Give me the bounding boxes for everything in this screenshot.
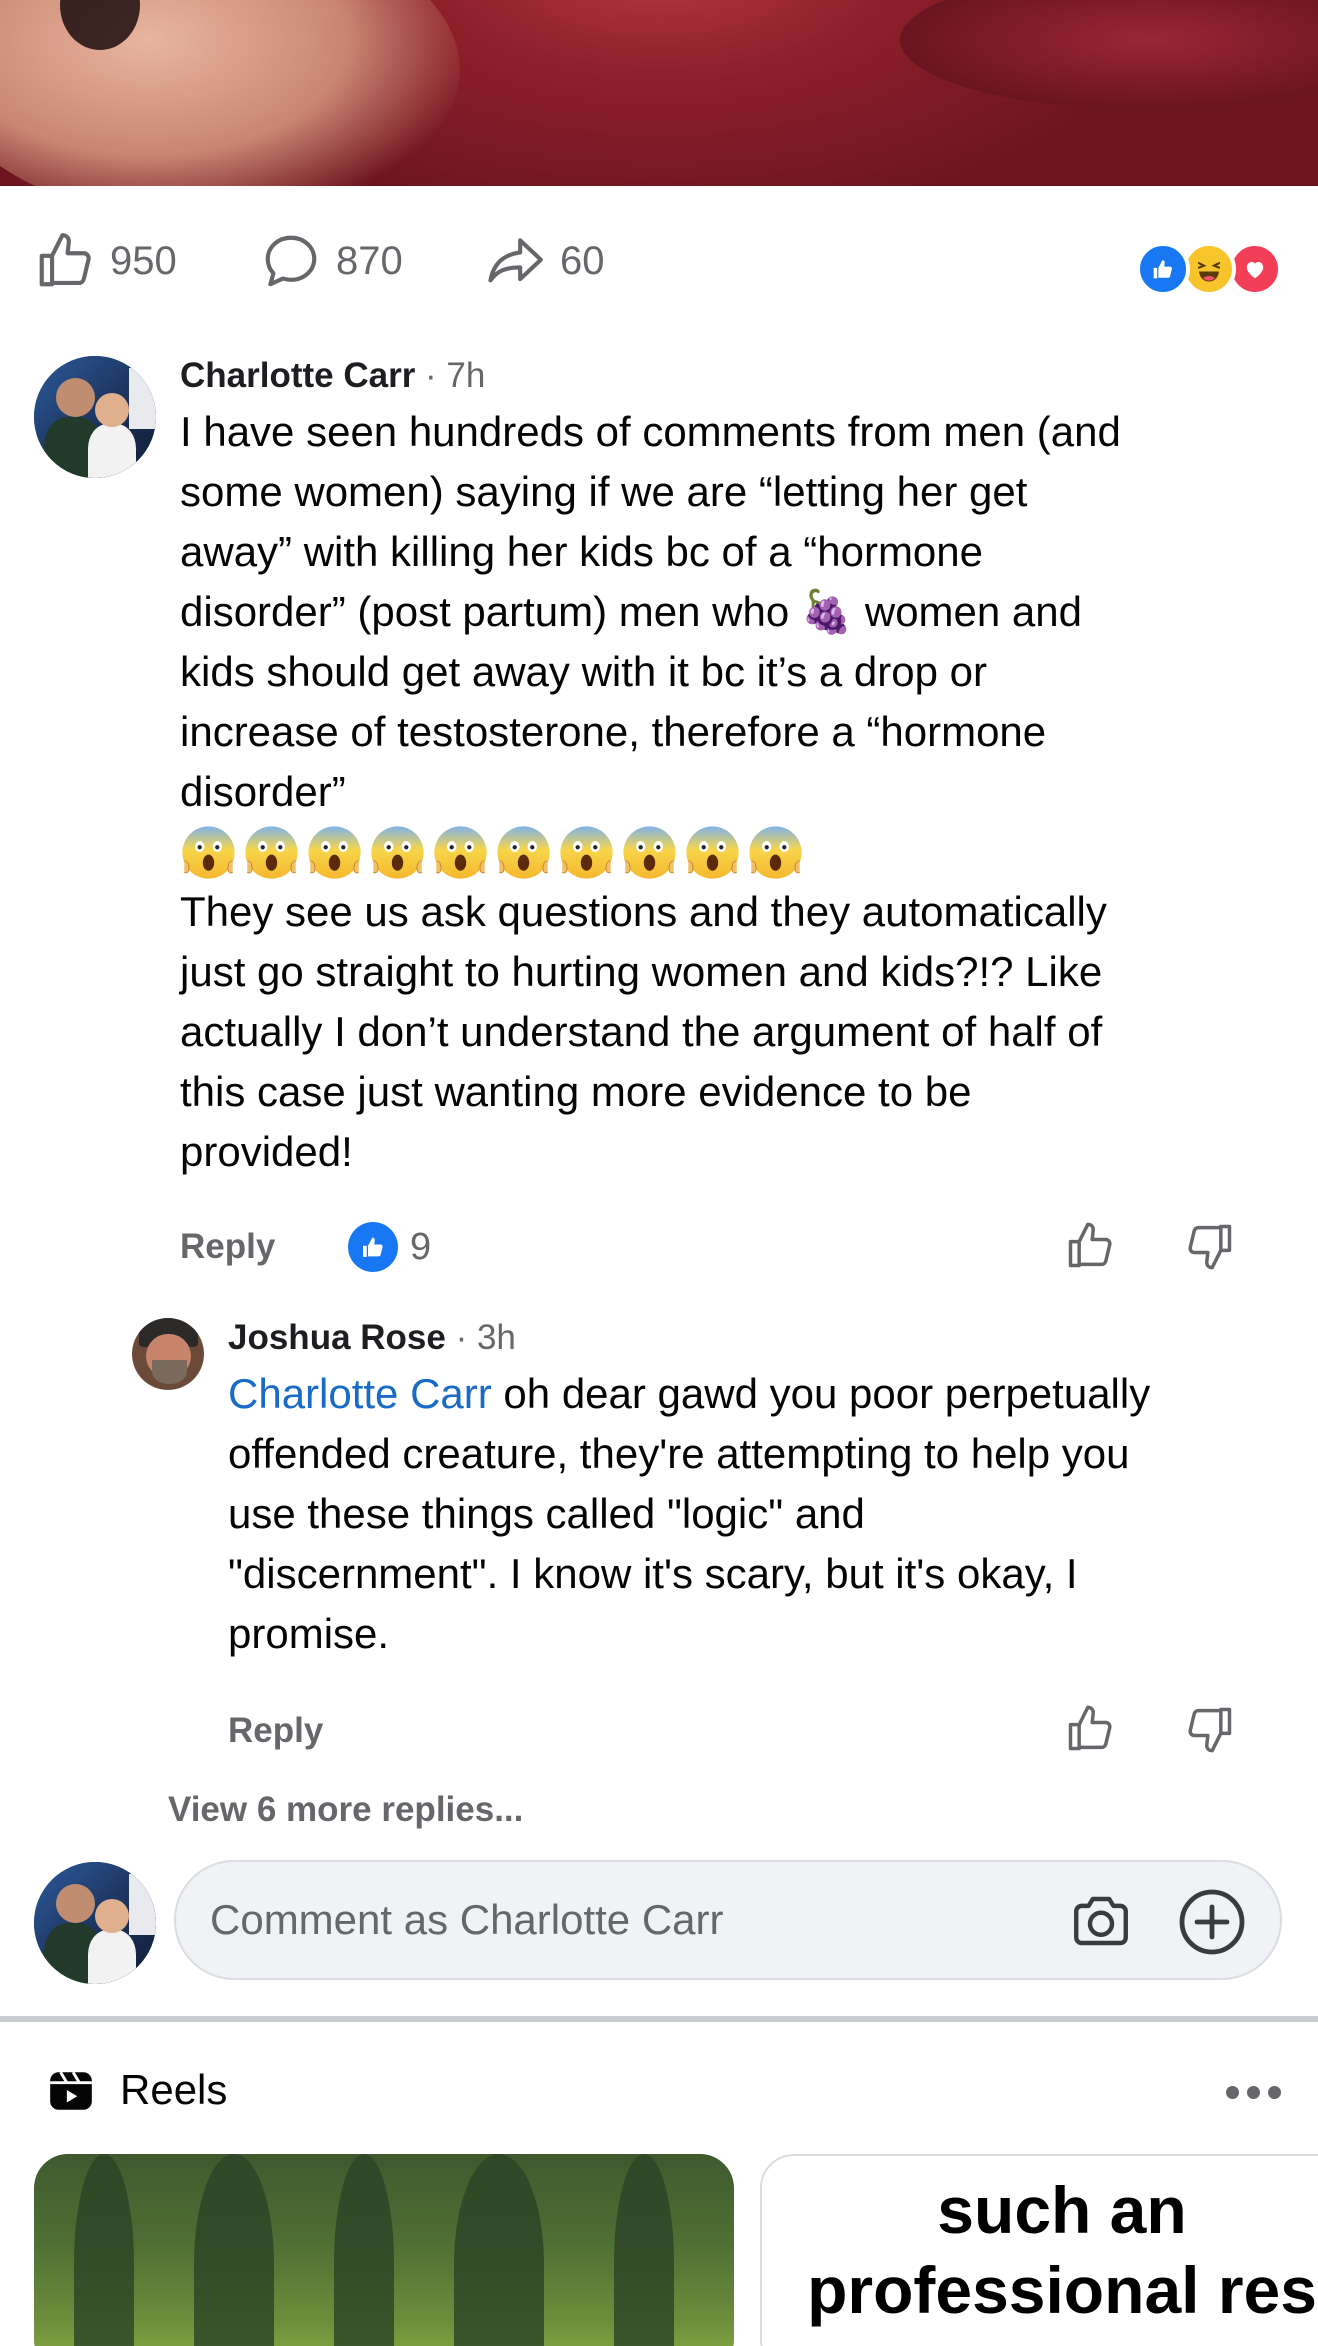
author-name[interactable]: Charlotte Carr: [180, 356, 415, 395]
screaming-face-emoji: [180, 824, 237, 881]
comment-time: · 7h: [415, 356, 486, 395]
upvote-icon[interactable]: [1064, 1703, 1116, 1755]
comment-line: kids should get away with it bc it’s a d…: [180, 648, 987, 695]
comment-line: disorder” (post partum) men who 🍇 women …: [180, 588, 1082, 635]
comment-text: Charlotte Carr oh dear gawd you poor per…: [228, 1364, 1298, 1664]
screaming-face-emoji: [495, 824, 552, 881]
avatar[interactable]: [132, 1318, 204, 1390]
screaming-face-emoji: [306, 824, 363, 881]
comment-author[interactable]: Charlotte Carr · 7h: [180, 356, 485, 396]
comment-line: some women) saying if we are “letting he…: [180, 468, 1028, 515]
reels-icon: [50, 2071, 92, 2110]
more-options-icon[interactable]: [1226, 2082, 1282, 2102]
screaming-face-emoji: [243, 824, 300, 881]
screaming-face-emoji: [432, 824, 489, 881]
comment-line: provided!: [180, 1128, 353, 1175]
image-region: [900, 0, 1318, 110]
mention-link[interactable]: Charlotte Carr: [228, 1370, 492, 1417]
like-icon: [1136, 242, 1190, 296]
comment-line: just go straight to hurting women and ki…: [180, 948, 1103, 995]
comment-button[interactable]: 870: [260, 226, 403, 296]
comment-input[interactable]: [210, 1896, 1010, 1944]
share-icon: [488, 238, 543, 283]
author-name[interactable]: Joshua Rose: [228, 1318, 446, 1357]
comment-line: "discernment". I know it's scary, but it…: [228, 1550, 1078, 1597]
avatar[interactable]: [34, 356, 156, 478]
screaming-face-emoji: [369, 824, 426, 881]
like-badge-icon: [348, 1222, 398, 1272]
like-count: 950: [110, 238, 177, 283]
comment-author[interactable]: Joshua Rose · 3h: [228, 1318, 516, 1358]
comment-line: Charlotte Carr oh dear gawd you poor per…: [228, 1364, 1298, 1424]
reel-caption-line: such an: [937, 2173, 1187, 2247]
reel-card[interactable]: such an professional res: [760, 2154, 1318, 2346]
post-stats-bar: 950 870 60: [0, 186, 1318, 326]
love-icon: [1228, 242, 1282, 296]
comment-line: They see us ask questions and they autom…: [180, 888, 1107, 935]
comment-count: 870: [336, 238, 403, 283]
screaming-face-emoji: [621, 824, 678, 881]
emoji-row: [180, 822, 1290, 882]
comment-line: offended creature, they're attempting to…: [228, 1430, 1130, 1477]
reels-title: Reels: [120, 2066, 228, 2113]
reply-button[interactable]: Reply: [228, 1711, 323, 1751]
reaction-summary[interactable]: [1136, 242, 1286, 296]
reply-button[interactable]: Reply: [180, 1227, 275, 1267]
share-count: 60: [560, 238, 605, 283]
comment-time: · 3h: [445, 1318, 516, 1357]
comment-icon: [265, 235, 317, 287]
comment-line: I have seen hundreds of comments from me…: [180, 408, 1121, 455]
haha-icon: [1182, 242, 1236, 296]
comment-line: promise.: [228, 1610, 390, 1657]
like-button[interactable]: 950: [34, 226, 177, 296]
upvote-icon[interactable]: [1064, 1220, 1116, 1272]
view-more-replies-link[interactable]: View 6 more replies...: [168, 1790, 523, 1830]
thumbs-up-icon: [39, 233, 91, 287]
screaming-face-emoji: [747, 824, 804, 881]
camera-icon[interactable]: [1066, 1888, 1136, 1954]
post-image[interactable]: [0, 0, 1318, 186]
avatar: [34, 1862, 156, 1984]
reel-card[interactable]: [34, 2154, 734, 2346]
comment-line-rest: oh dear gawd you poor perpetually: [491, 1370, 1151, 1417]
comment-like-count[interactable]: 9: [348, 1222, 431, 1272]
comment-text: I have seen hundreds of comments from me…: [180, 402, 1290, 1182]
comment-line: use these things called "logic" and: [228, 1490, 865, 1537]
comment-line: away” with killing her kids bc of a “hor…: [180, 528, 984, 575]
downvote-icon[interactable]: [1184, 1220, 1236, 1272]
reel-caption-line: professional res: [807, 2253, 1317, 2327]
like-count-value: 9: [410, 1225, 432, 1268]
comment-line: disorder”: [180, 768, 346, 815]
section-divider: [0, 2016, 1318, 2022]
downvote-icon[interactable]: [1184, 1703, 1236, 1755]
comment-composer[interactable]: [174, 1860, 1282, 1980]
reels-header: Reels: [0, 2030, 1318, 2150]
comment-line: increase of testosterone, therefore a “h…: [180, 708, 1047, 755]
screaming-face-emoji: [558, 824, 615, 881]
screaming-face-emoji: [684, 824, 741, 881]
comment-line: actually I don’t understand the argument…: [180, 1008, 1103, 1055]
share-button[interactable]: 60: [484, 226, 605, 296]
add-circle-icon[interactable]: [1176, 1886, 1248, 1958]
comment-line: this case just wanting more evidence to …: [180, 1068, 972, 1115]
